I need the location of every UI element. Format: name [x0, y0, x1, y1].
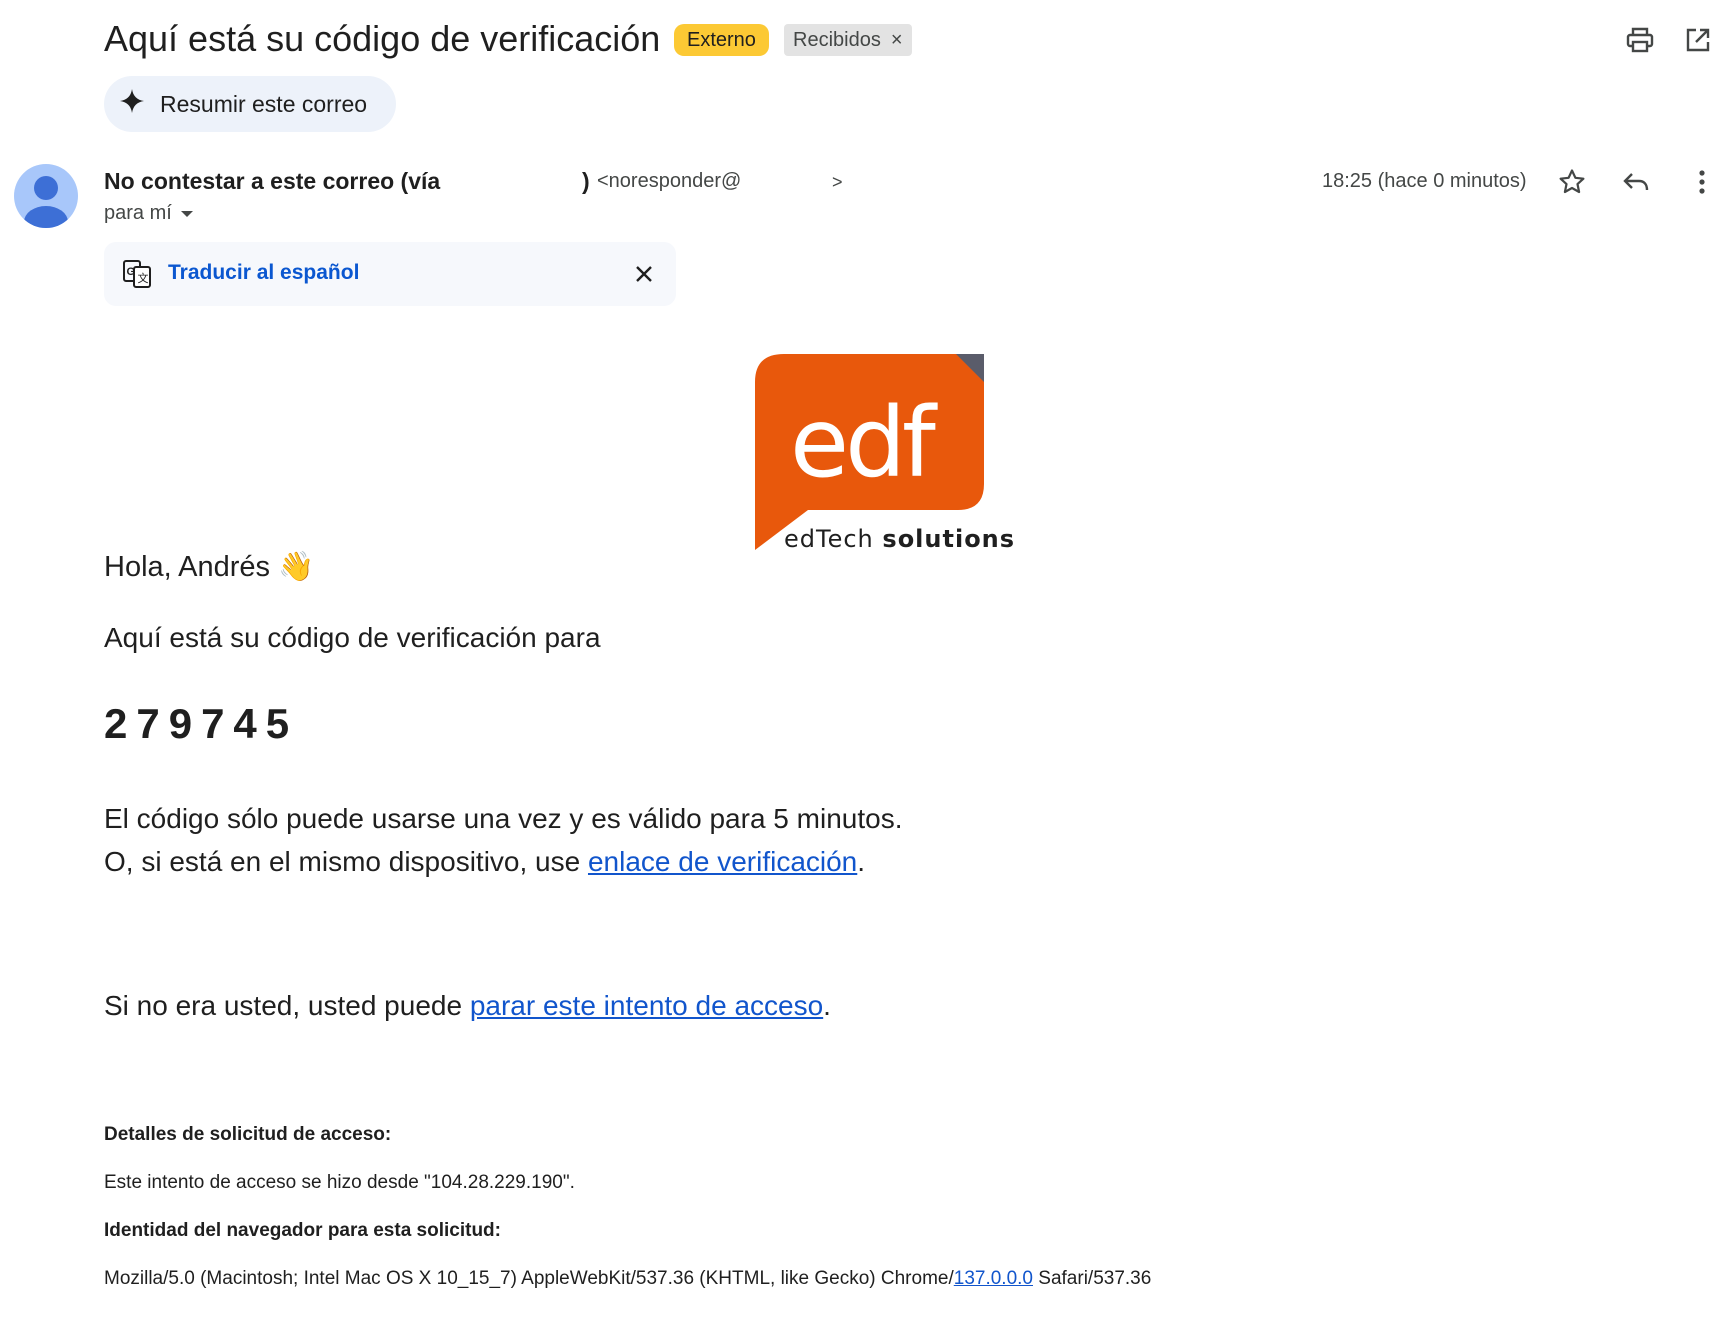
ua-pre: Mozilla/5.0 (Macintosh; Intel Mac OS X 1…	[104, 1268, 954, 1289]
sparkle-icon	[120, 89, 144, 119]
translate-bar: G文 Traducir al español	[104, 242, 676, 306]
sender-email: <noresponder@	[597, 170, 742, 192]
recipient-text: para mí	[104, 202, 172, 224]
verification-link[interactable]: enlace de verificación	[588, 846, 857, 877]
star-icon[interactable]	[1552, 162, 1592, 202]
open-in-new-icon[interactable]	[1678, 20, 1718, 60]
not-you-pre: Si no era usted, usted puede	[104, 990, 470, 1021]
svg-text:文: 文	[138, 271, 149, 285]
same-device-pre: O, si está en el mismo dispositivo, use	[104, 846, 588, 877]
intro-text: Aquí está su código de verificación para	[104, 622, 601, 653]
summarize-label: Resumir este correo	[160, 90, 368, 117]
same-device-text: O, si está en el mismo dispositivo, use …	[104, 846, 865, 878]
reply-icon[interactable]	[1616, 162, 1656, 202]
sender-email-end: >	[832, 172, 843, 192]
summarize-email-button[interactable]: Resumir este correo	[104, 76, 396, 132]
more-options-icon[interactable]	[1682, 162, 1722, 202]
inbox-label-text: Recibidos	[793, 29, 881, 51]
close-icon[interactable]	[626, 256, 662, 292]
person-avatar-icon[interactable]	[14, 164, 78, 228]
browser-identity-heading: Identidad del navegador para esta solici…	[104, 1220, 501, 1241]
stop-access-attempt-link[interactable]: parar este intento de acceso	[470, 990, 823, 1021]
same-device-post: .	[857, 846, 866, 877]
not-you-text: Si no era usted, usted puede parar este …	[104, 990, 831, 1022]
external-badge: Externo	[674, 24, 769, 56]
access-details-heading: Detalles de solicitud de acceso:	[104, 1124, 392, 1145]
email-timestamp: 18:25 (hace 0 minutos)	[1322, 170, 1527, 192]
logo-tagline: edTech solutions	[784, 525, 1015, 553]
logo-tagline-bold: solutions	[882, 525, 1016, 553]
user-agent-line: Mozilla/5.0 (Macintosh; Intel Mac OS X 1…	[104, 1268, 1151, 1290]
logo-mark: edf	[790, 387, 938, 499]
translate-to-spanish-link[interactable]: Traducir al español	[168, 261, 359, 285]
inbox-label-chip[interactable]: Recibidos ×	[784, 24, 912, 56]
edf-logo: edf	[752, 352, 992, 552]
greeting: Hola, Andrés 👋	[104, 551, 315, 583]
printer-icon[interactable]	[1620, 20, 1660, 60]
validity-text: El código sólo puede usarse una vez y es…	[104, 803, 903, 834]
chevron-down-icon	[180, 202, 194, 225]
translate-icon: G文	[122, 259, 152, 294]
verification-code: 279745	[104, 700, 299, 747]
recipient-details-toggle[interactable]: para mí	[104, 202, 194, 225]
ua-post: Safari/537.36	[1033, 1268, 1152, 1289]
access-ip-line: Este intento de acceso se hizo desde "10…	[104, 1172, 575, 1193]
logo-tagline-light: edTech	[784, 525, 874, 553]
chrome-version-link[interactable]: 137.0.0.0	[954, 1268, 1033, 1289]
remove-label-icon[interactable]: ×	[891, 24, 903, 56]
sender-name-close: )	[582, 168, 590, 194]
sender-name[interactable]: No contestar a este correo (vía	[104, 168, 440, 195]
not-you-post: .	[823, 990, 831, 1021]
email-subject: Aquí está su código de verificación	[104, 18, 661, 59]
